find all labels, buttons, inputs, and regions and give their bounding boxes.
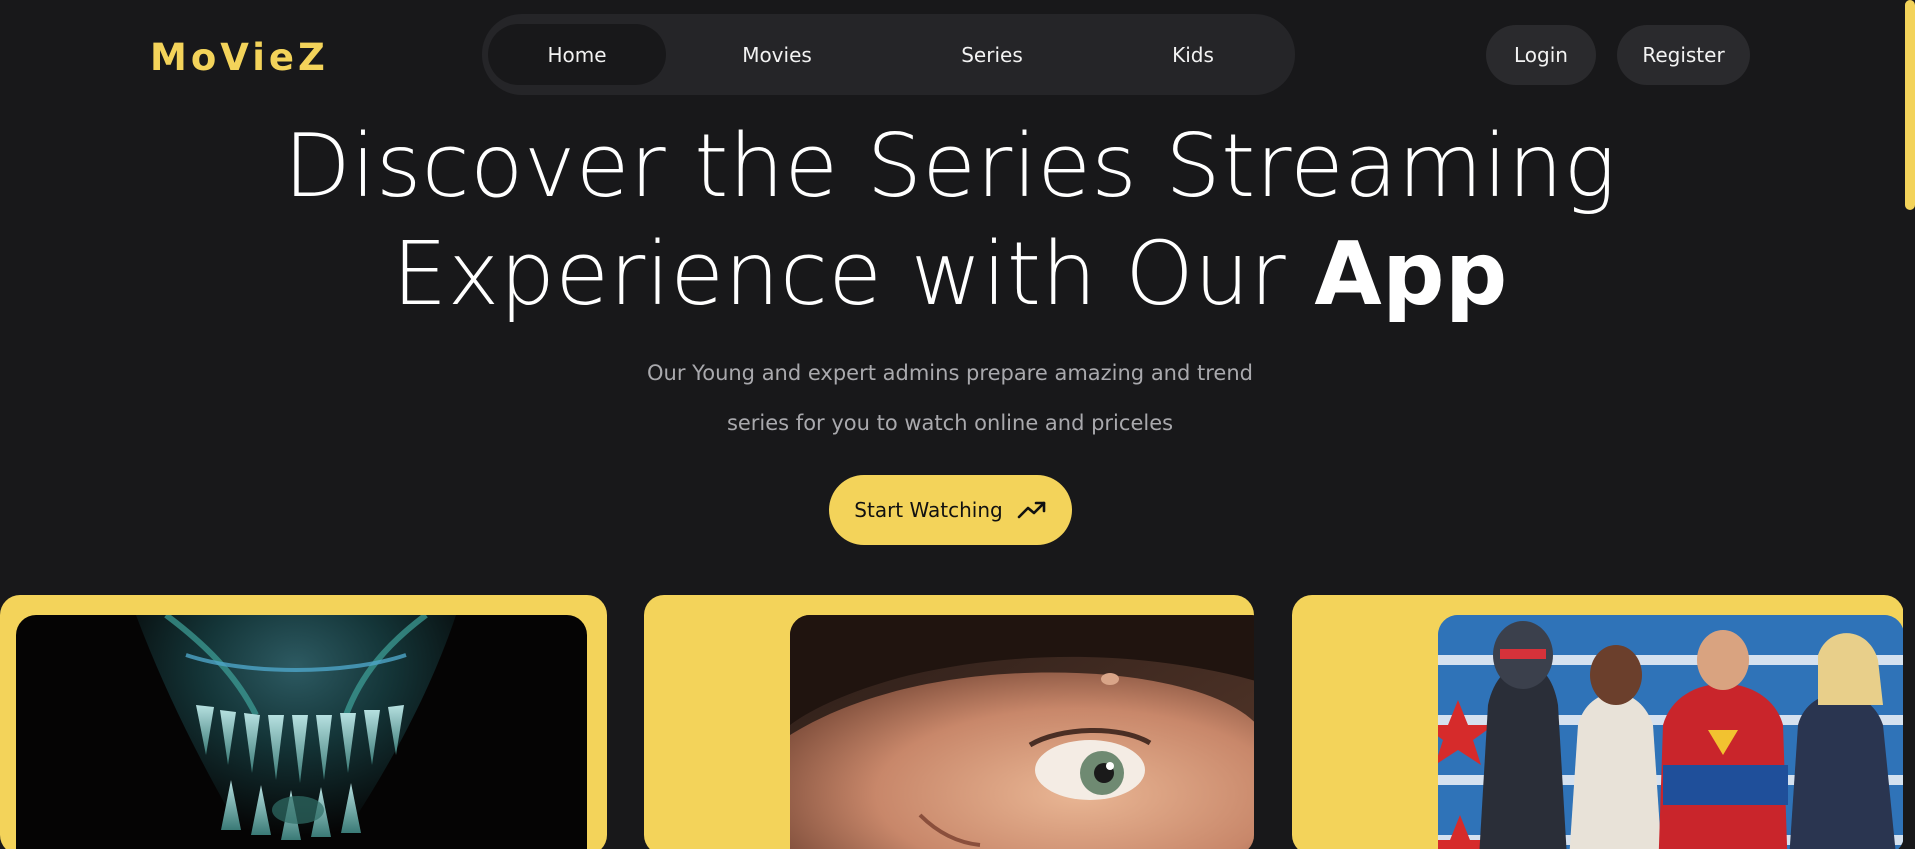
- hero-title-bold: App: [1314, 223, 1508, 325]
- hero-title-line1: Discover the Series Streaming: [283, 115, 1617, 217]
- start-watching-button[interactable]: Start Watching: [829, 475, 1072, 545]
- trending-up-icon: [1017, 501, 1046, 519]
- register-button[interactable]: Register: [1617, 25, 1750, 85]
- main-nav: Home Movies Series Kids: [482, 14, 1295, 95]
- hero-subtitle: Our Young and expert admins prepare amaz…: [0, 348, 1900, 448]
- hero-subtitle-line1: Our Young and expert admins prepare amaz…: [647, 361, 1253, 385]
- logo[interactable]: MoVieZ: [150, 36, 329, 79]
- login-button[interactable]: Login: [1486, 25, 1596, 85]
- series-card-2[interactable]: [644, 595, 1254, 849]
- alien-poster: [16, 615, 587, 849]
- page-scrollbar[interactable]: [1903, 0, 1915, 849]
- series-card-1[interactable]: [0, 595, 607, 849]
- hero-subtitle-line2: series for you to watch online and price…: [726, 411, 1174, 435]
- nav-home[interactable]: Home: [488, 24, 666, 85]
- hero-title: Discover the Series Streaming Experience…: [0, 112, 1900, 328]
- hero-title-line2: Experience with Our: [392, 223, 1315, 325]
- woman-face-poster: [790, 615, 1254, 849]
- nav-series[interactable]: Series: [917, 24, 1067, 85]
- nav-kids[interactable]: Kids: [1118, 24, 1268, 85]
- start-watching-label: Start Watching: [854, 498, 1003, 522]
- superhero-team-poster: [1438, 615, 1904, 849]
- nav-movies[interactable]: Movies: [702, 24, 852, 85]
- scrollbar-thumb[interactable]: [1905, 0, 1915, 210]
- series-card-3[interactable]: [1292, 595, 1904, 849]
